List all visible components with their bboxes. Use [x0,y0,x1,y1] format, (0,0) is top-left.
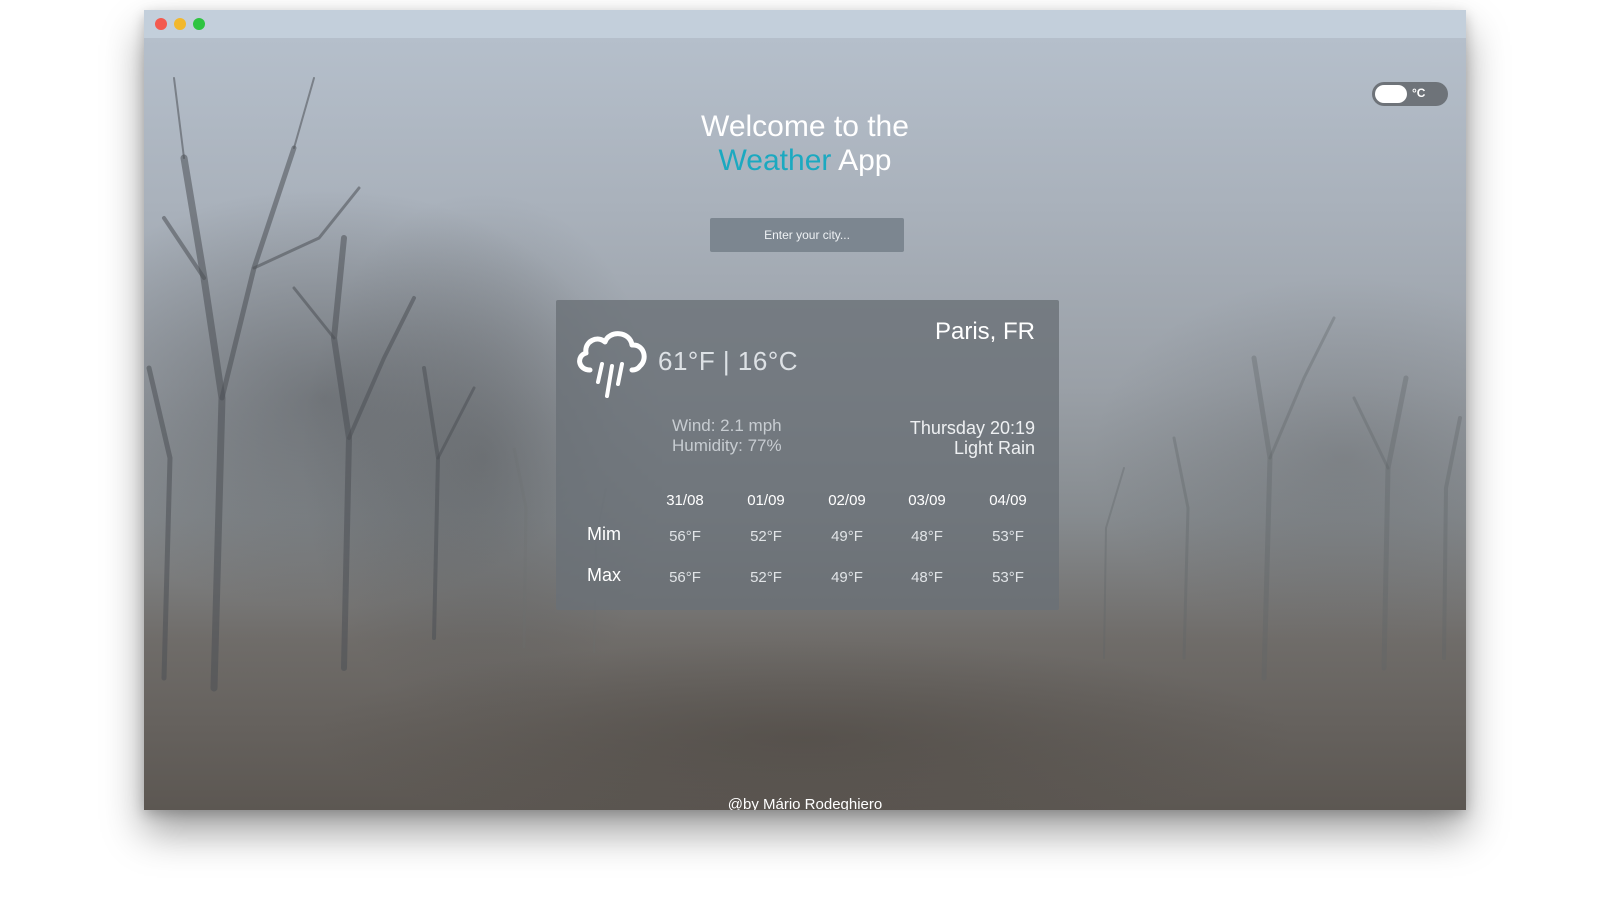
minimize-window-button[interactable] [174,18,186,30]
window-titlebar [144,10,1466,38]
toggle-knob[interactable] [1375,85,1407,103]
author-credit: @by Mário Rodeghiero [727,796,883,810]
app-name-line: Weather App [144,144,1466,178]
maximize-window-button[interactable] [193,18,205,30]
accent-word: Weather [718,144,832,177]
forecast-date: 03/09 [908,492,946,509]
weather-card: 61°F | 16°C Paris, FR Wind: 2.1 mph Humi… [556,300,1059,610]
unit-toggle[interactable]: °C [1372,82,1448,106]
app-window: °C Welcome to the Weather App 61°F | 16°… [144,10,1466,810]
forecast-max: 48°F [911,569,943,586]
forecast-date: 31/08 [666,492,704,509]
min-row-label: Mim [587,524,621,544]
cloud-rain-icon [577,331,647,398]
humidity-value: Humidity: 77% [672,436,782,455]
forecast-min: 53°F [992,528,1024,545]
welcome-line: Welcome to the [701,110,909,143]
wind-speed: Wind: 2.1 mph [672,416,782,435]
current-temperature: 61°F | 16°C [658,346,798,376]
forecast-min: 48°F [911,528,943,545]
close-window-button[interactable] [155,18,167,30]
forecast-min: 56°F [669,528,701,545]
forecast-max: 53°F [992,569,1024,586]
forecast-min: 52°F [750,528,782,545]
city-search-input[interactable] [710,218,904,252]
forecast-date: 02/09 [828,492,866,509]
foggy-forest-background: °C Welcome to the Weather App 61°F | 16°… [144,38,1466,810]
forecast-max: 49°F [831,569,863,586]
max-row-label: Max [586,565,621,585]
forecast-min: 49°F [831,528,863,545]
unit-toggle-label: °C [1412,86,1426,100]
date-time: Thursday 20:19 [909,418,1035,438]
welcome-heading: Welcome to the Weather App [144,110,1466,178]
forecast-date: 04/09 [989,492,1027,509]
app-word: App [838,144,892,177]
forecast-max: 56°F [669,569,701,586]
forecast-max: 52°F [750,569,782,586]
city-name: Paris, FR [934,318,1035,345]
forecast-date: 01/09 [747,492,785,509]
weather-condition: Light Rain [953,438,1035,458]
